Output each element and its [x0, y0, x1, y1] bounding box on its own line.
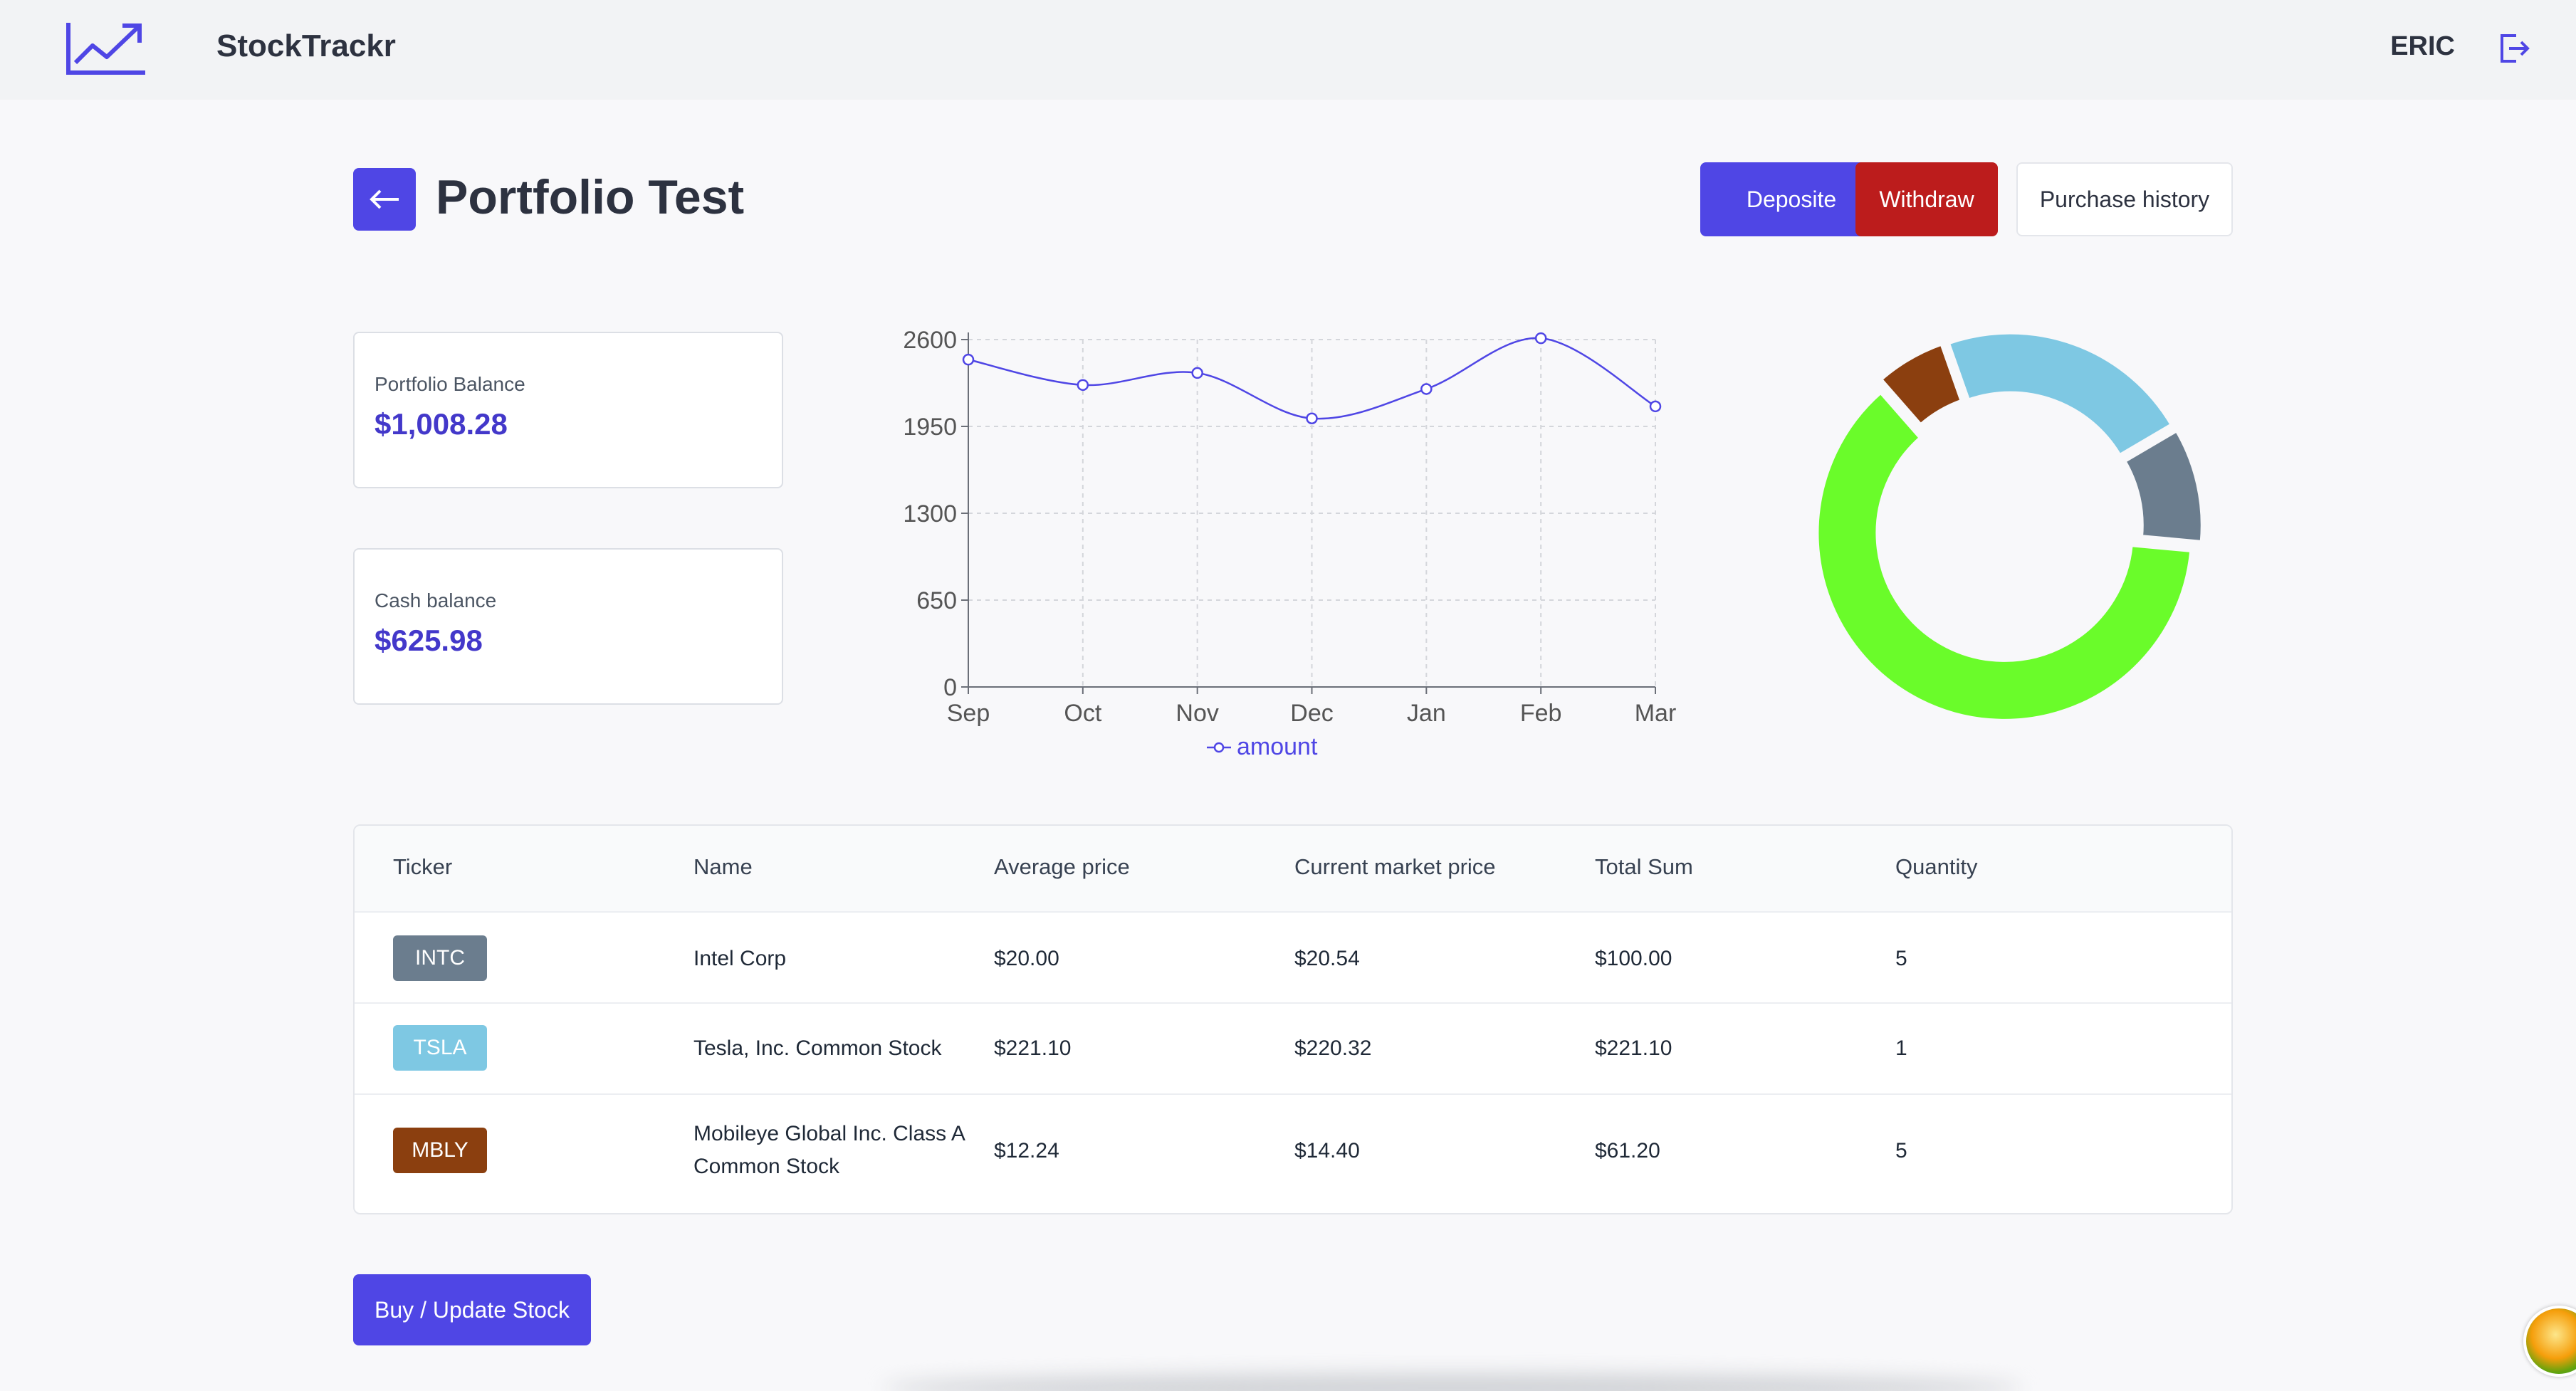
- data-point: [1191, 367, 1203, 379]
- user-name: ERIC: [2390, 31, 2455, 61]
- data-point: [962, 353, 975, 366]
- quantity: 5: [1895, 1139, 1907, 1162]
- arrow-left-icon: [370, 189, 399, 209]
- avatar[interactable]: [2523, 1306, 2576, 1377]
- portfolio-balance-card: Portfolio Balance $1,008.28: [353, 332, 783, 488]
- table-header: Ticker Name Average price Current market…: [355, 826, 2231, 911]
- ticker-badge[interactable]: INTC: [393, 935, 487, 981]
- column-header-name: Name: [693, 854, 753, 879]
- portfolio-balance-label: Portfolio Balance: [375, 373, 525, 395]
- back-button[interactable]: [353, 168, 416, 231]
- x-tick-label: Sep: [947, 700, 990, 727]
- current-price: $20.54: [1294, 947, 1360, 970]
- portfolio-balance-value: $1,008.28: [375, 407, 508, 441]
- quantity: 1: [1895, 1036, 1907, 1060]
- bottom-shadow: [883, 1374, 2022, 1391]
- x-tick-label: Dec: [1290, 700, 1333, 727]
- cash-balance-value: $625.98: [375, 624, 483, 657]
- holdings-table: Ticker Name Average price Current market…: [353, 824, 2233, 1214]
- legend-label: amount: [1237, 733, 1318, 760]
- data-point: [1306, 412, 1318, 424]
- trending-up-icon[interactable]: [66, 20, 148, 77]
- portfolio-donut-chart: [1814, 330, 2205, 723]
- app-title[interactable]: StockTrackr: [216, 28, 396, 64]
- data-point: [1420, 383, 1433, 395]
- stock-name: Tesla, Inc. Common Stock: [693, 1036, 942, 1060]
- buy-update-stock-button[interactable]: Buy / Update Stock: [353, 1274, 591, 1345]
- stock-name: Mobileye Global Inc. Class A Common Stoc…: [693, 1122, 965, 1178]
- x-tick-label: Feb: [1520, 700, 1562, 727]
- column-header-current-price: Current market price: [1294, 854, 1496, 879]
- average-price: $20.00: [994, 947, 1059, 970]
- average-price: $12.24: [994, 1139, 1059, 1162]
- total-sum: $221.10: [1595, 1036, 1672, 1060]
- page-title: Portfolio Test: [436, 170, 745, 224]
- x-tick-label: Oct: [1064, 700, 1101, 727]
- data-point: [1534, 332, 1547, 345]
- x-tick-label: Nov: [1176, 700, 1218, 727]
- top-nav-bar: StockTrackr ERIC: [0, 0, 2576, 100]
- cash-balance-card: Cash balance $625.98: [353, 548, 783, 705]
- y-tick-label: 650: [916, 587, 957, 614]
- current-price: $14.40: [1294, 1139, 1360, 1162]
- x-tick-label: Mar: [1635, 700, 1677, 727]
- column-header-quantity: Quantity: [1895, 854, 1978, 879]
- column-header-ticker: Ticker: [393, 854, 453, 879]
- current-price: $220.32: [1294, 1036, 1372, 1060]
- y-tick-label: 2600: [903, 327, 957, 354]
- average-price: $221.10: [994, 1036, 1072, 1060]
- stock-name: Intel Corp: [693, 947, 787, 970]
- ticker-badge[interactable]: MBLY: [393, 1128, 487, 1173]
- quantity: 5: [1895, 947, 1907, 970]
- ticker-badge[interactable]: TSLA: [393, 1025, 487, 1071]
- data-point: [1077, 379, 1089, 392]
- x-tick-label: Jan: [1407, 700, 1446, 727]
- portfolio-line-chart: 0 650 1300 1950 2600 Sep Oct Nov Dec Jan Feb Mar amo…: [903, 327, 1677, 760]
- logout-icon[interactable]: [2496, 31, 2530, 65]
- donut-slice[interactable]: [1944, 330, 2176, 459]
- y-tick-label: 0: [943, 674, 957, 701]
- purchase-history-button[interactable]: Purchase history: [2016, 162, 2233, 236]
- y-tick-label: 1950: [903, 414, 957, 441]
- table-row[interactable]: TSLA Tesla, Inc. Common Stock $221.10 $2…: [355, 1002, 2231, 1093]
- total-sum: $61.20: [1595, 1139, 1660, 1162]
- total-sum: $100.00: [1595, 947, 1672, 970]
- table-row[interactable]: MBLY Mobileye Global Inc. Class A Common…: [355, 1093, 2231, 1213]
- column-header-average-price: Average price: [994, 854, 1130, 879]
- withdraw-button[interactable]: Withdraw: [1855, 162, 1998, 236]
- legend-marker: [1213, 742, 1225, 753]
- table-row[interactable]: INTC Intel Corp $20.00 $20.54 $100.00 5: [355, 911, 2231, 1002]
- cash-balance-label: Cash balance: [375, 589, 497, 611]
- y-tick-label: 1300: [903, 500, 957, 527]
- column-header-total-sum: Total Sum: [1595, 854, 1693, 879]
- data-point: [1649, 400, 1662, 413]
